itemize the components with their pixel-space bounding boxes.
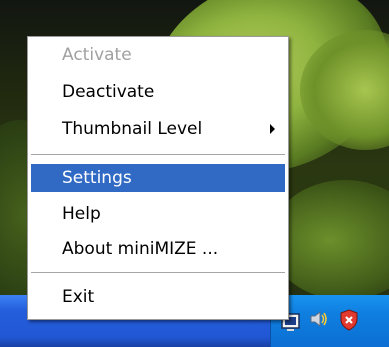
menu-item-exit[interactable]: Exit [31, 283, 285, 311]
menu-item-about[interactable]: About miniMIZE ... [31, 235, 285, 263]
submenu-arrow-icon [270, 124, 275, 134]
menu-item-settings[interactable]: Settings [31, 164, 285, 192]
menu-item-deactivate[interactable]: Deactivate [31, 78, 285, 106]
speaker-icon[interactable] [307, 307, 331, 331]
menu-separator [31, 154, 285, 155]
menu-item-label: Thumbnail Level [62, 119, 203, 139]
security-shield-icon[interactable] [337, 308, 361, 332]
menu-item-help[interactable]: Help [31, 200, 285, 228]
tray-context-menu: Activate Deactivate Thumbnail Level Sett… [27, 36, 289, 320]
menu-item-thumbnail-level[interactable]: Thumbnail Level [31, 115, 285, 143]
desktop: Activate Deactivate Thumbnail Level Sett… [0, 0, 389, 347]
menu-item-activate[interactable]: Activate [31, 41, 285, 69]
menu-separator [31, 272, 285, 273]
